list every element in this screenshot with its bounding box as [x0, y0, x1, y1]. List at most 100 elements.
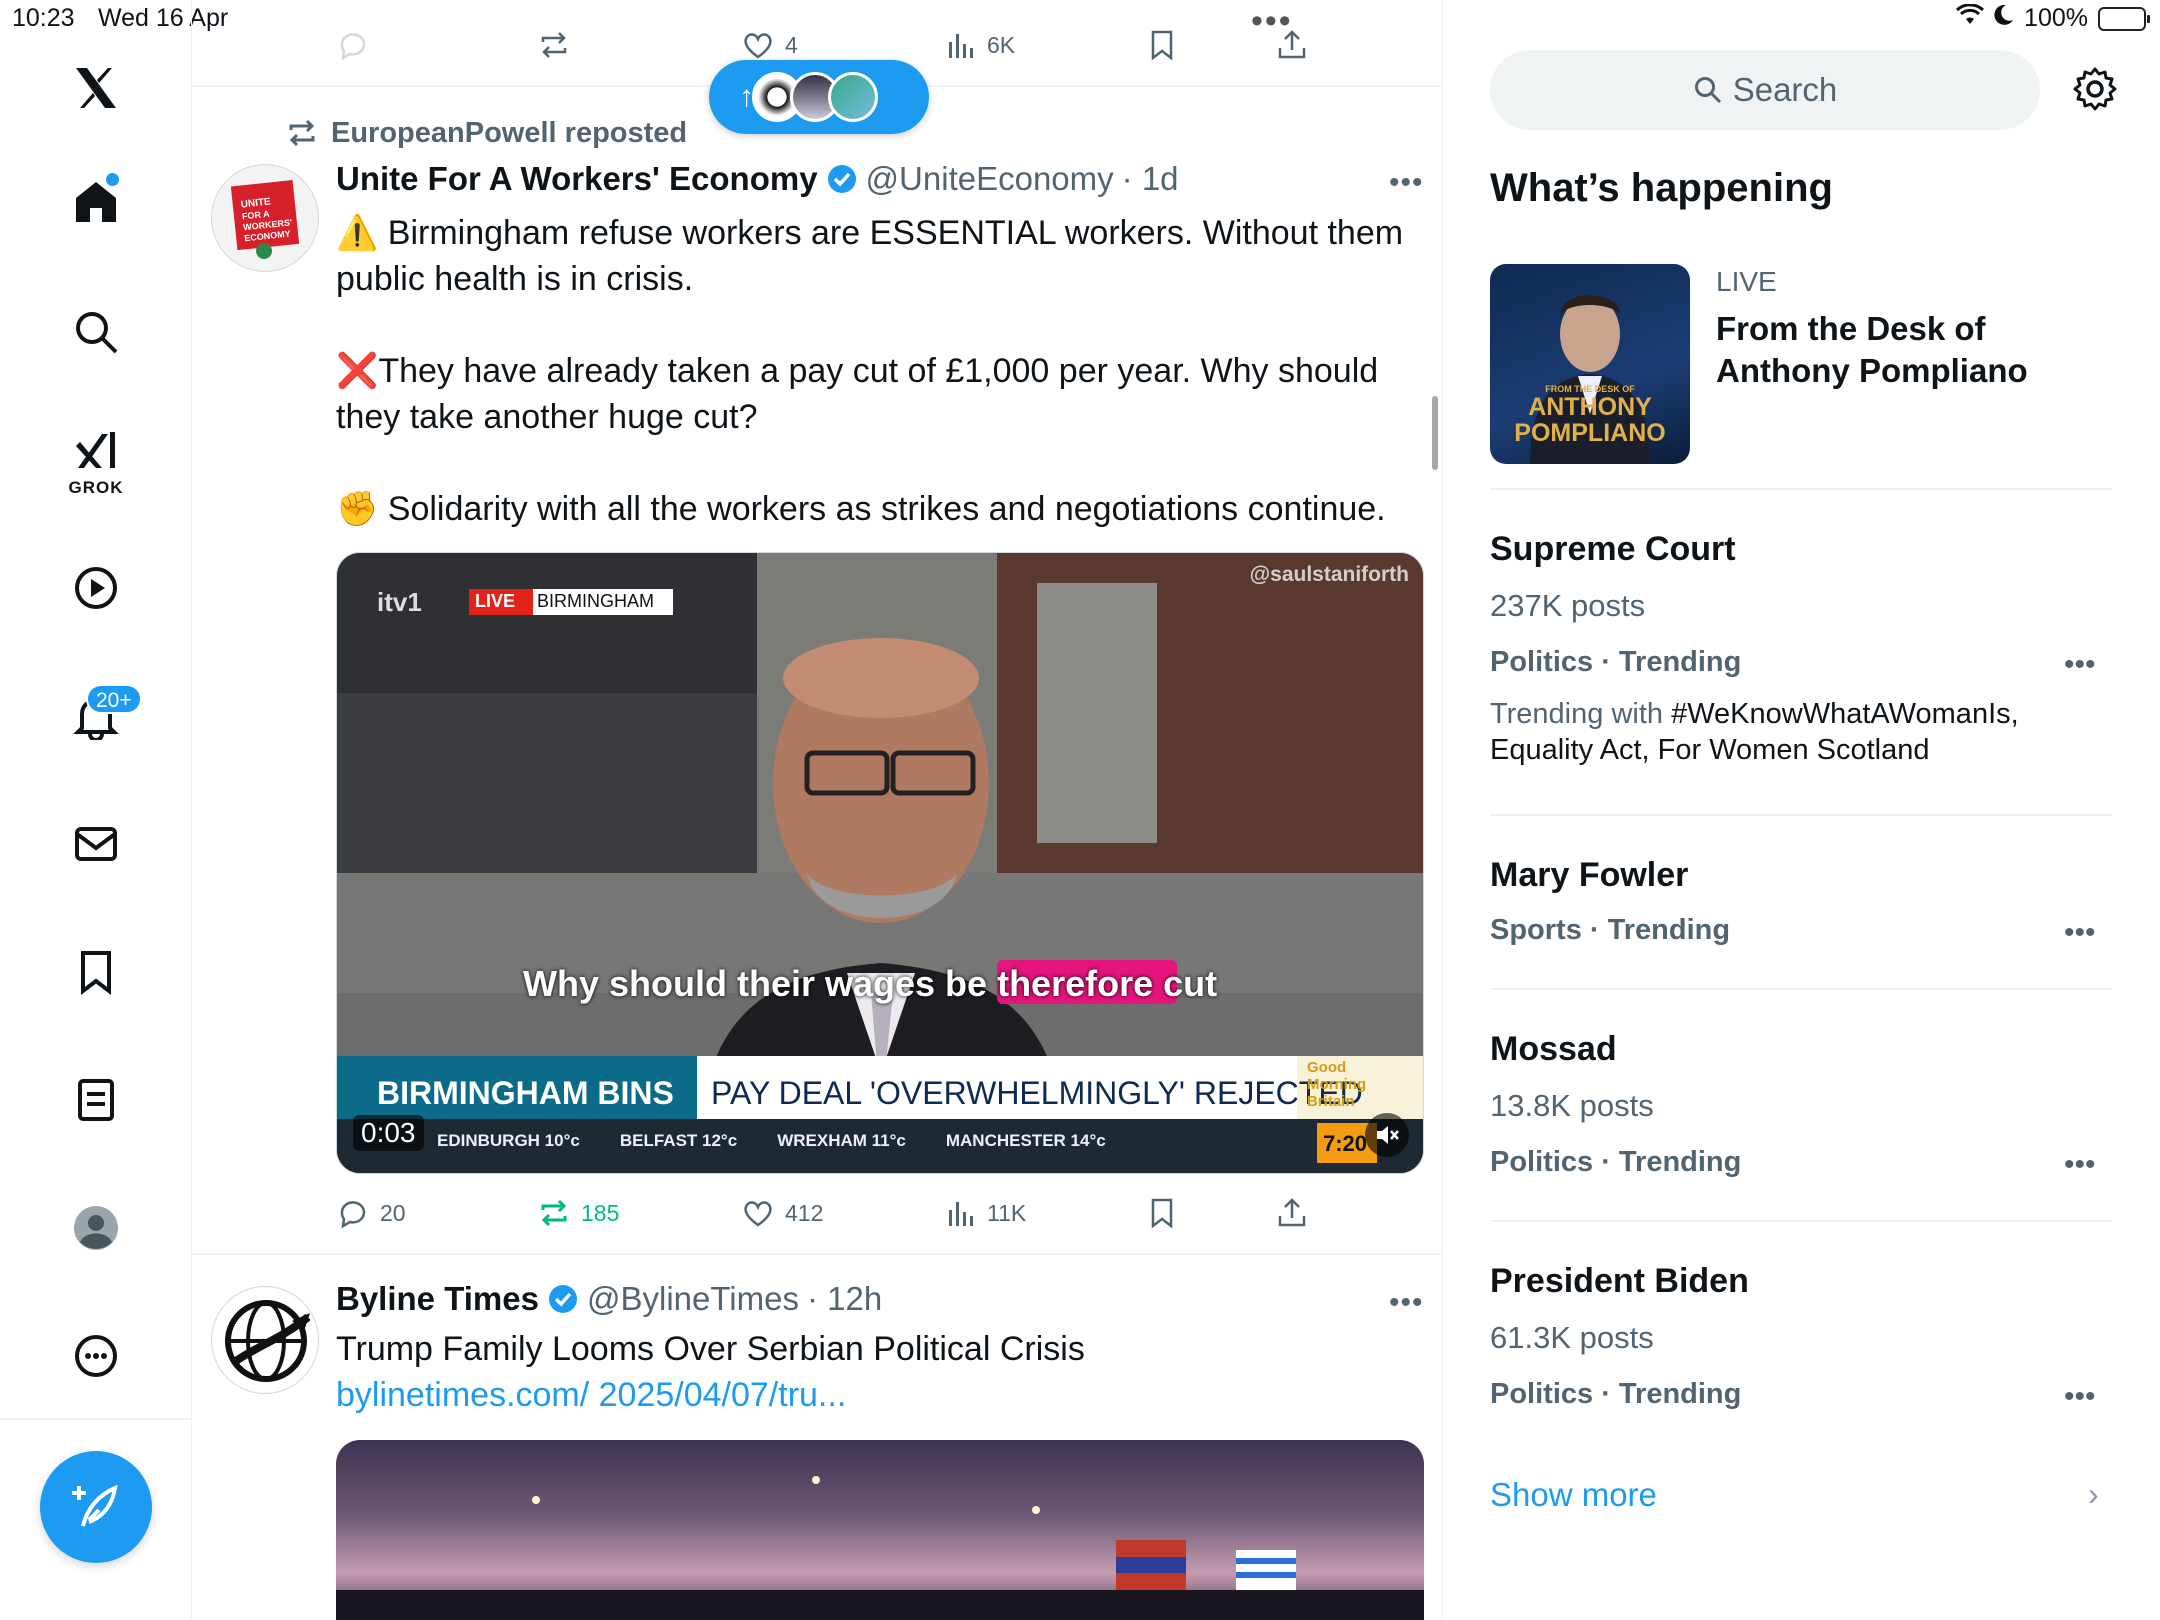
weather-item: WREXHAM 11°c: [777, 1131, 906, 1150]
author-handle[interactable]: @BylineTimes: [587, 1280, 799, 1318]
new-posts-pill[interactable]: ↑: [709, 60, 929, 134]
video-duration: 0:03: [353, 1115, 424, 1151]
avatar[interactable]: UNITE FOR A WORKERS' ECONOMY: [211, 164, 319, 272]
tweet-paragraph: ⚠️ Birmingham refuse workers are ESSENTI…: [336, 214, 1404, 298]
tweet-link[interactable]: bylinetimes.com/ 2025/04/07/tru...: [336, 1376, 846, 1414]
tweet-divider: [193, 1253, 1442, 1255]
trend-category: Politics · Trending: [1490, 1378, 1742, 1410]
location-tag: BIRMINGHAM: [537, 591, 654, 611]
video-play-icon[interactable]: [46, 548, 146, 628]
weather-item: BELFAST 12°c: [619, 1131, 738, 1150]
notifications-badge: 20+: [86, 684, 142, 714]
repost-icon: [289, 119, 315, 147]
trend-divider: [1490, 1220, 2112, 1222]
tweet-header: Byline Times @BylineTimes · 12h: [336, 1280, 882, 1318]
author-handle[interactable]: @UniteEconomy: [866, 160, 1114, 198]
live-title[interactable]: From the Desk of Anthony Pompliano: [1716, 308, 2116, 392]
trend-posts: 237K posts: [1490, 588, 1646, 623]
reply-icon: [340, 33, 366, 61]
tweet-time[interactable]: · 1d: [1122, 160, 1179, 198]
home-icon[interactable]: [46, 162, 146, 242]
compose-post-button[interactable]: [40, 1451, 152, 1563]
mute-button[interactable]: [1365, 1113, 1409, 1157]
bookmark-icon: [1151, 30, 1173, 61]
repost-by-text: EuropeanPowell reposted: [331, 116, 688, 149]
thumb-name-line: POMPLIANO: [1514, 419, 1666, 447]
author-name[interactable]: Byline Times: [336, 1280, 539, 1318]
trend-more-icon[interactable]: •••: [2064, 1148, 2096, 1182]
search-placeholder: Search: [1732, 71, 1838, 108]
trend-title[interactable]: Mossad: [1490, 1030, 1617, 1069]
video-subtitle: Why should their wages be therefore cut: [523, 963, 1217, 1005]
explore-search-icon[interactable]: [46, 292, 146, 372]
weather-item: MANCHESTER 14°c: [945, 1131, 1106, 1150]
views-button[interactable]: 6K: [943, 28, 1015, 62]
tweet-more-icon[interactable]: •••: [1389, 1286, 1424, 1320]
bookmarks-icon[interactable]: [46, 932, 146, 1012]
like-count: 412: [785, 1199, 824, 1226]
repost-attribution[interactable]: EuropeanPowell reposted: [285, 116, 687, 150]
trend-more-icon[interactable]: •••: [2064, 1380, 2096, 1414]
repost-button[interactable]: [537, 28, 571, 62]
trend-more-icon[interactable]: •••: [2064, 916, 2096, 950]
trend-divider: [1490, 488, 2112, 490]
tweet-time[interactable]: · 12h: [807, 1280, 882, 1318]
reply-button[interactable]: 20: [336, 1196, 406, 1230]
views-count: 11K: [987, 1199, 1027, 1226]
show-logo: Good Morning Britain: [1307, 1059, 1367, 1110]
whats-happening-title: What’s happening: [1490, 166, 1833, 210]
repost-icon: [541, 32, 567, 58]
views-chart-icon: [949, 34, 973, 58]
more-options-icon[interactable]: [46, 1316, 146, 1396]
trend-title[interactable]: Mary Fowler: [1490, 856, 1688, 895]
avatar: [828, 72, 878, 122]
subtitle-highlight: therefore cut: [997, 963, 1218, 1004]
grok-label: GROK: [68, 478, 124, 497]
chevron-right-icon[interactable]: ›: [2088, 1476, 2099, 1513]
avatar[interactable]: [211, 1286, 319, 1394]
trend-category: Politics · Trending: [1490, 646, 1742, 678]
author-name[interactable]: Unite For A Workers' Economy: [336, 160, 818, 198]
tweet-more-icon[interactable]: •••: [1389, 166, 1424, 200]
like-button[interactable]: 412: [741, 1196, 823, 1230]
tweet-image[interactable]: [336, 1440, 1424, 1620]
feed-scrollbar[interactable]: [1432, 396, 1438, 470]
tweet-video[interactable]: itv1 LIVE BIRMINGHAM @saulstaniforth Why…: [336, 552, 1424, 1174]
share-button[interactable]: [1275, 1196, 1309, 1230]
show-more-link[interactable]: Show more: [1490, 1476, 1657, 1514]
heart-icon: [744, 33, 772, 59]
nav-divider: [0, 1418, 192, 1420]
thumb-caption: FROM THE DESK OF ANTHONY POMPLIANO: [1490, 384, 1690, 446]
x-logo-icon[interactable]: [46, 48, 146, 128]
verified-badge-icon: [827, 165, 856, 193]
reply-button[interactable]: [336, 28, 370, 62]
trend-category: Sports · Trending: [1490, 914, 1731, 946]
tweet-body: Trump Family Looms Over Serbian Politica…: [336, 1326, 1346, 1418]
drag-handle-dots[interactable]: •••: [1251, 2, 1293, 41]
trend-title[interactable]: Supreme Court: [1490, 530, 1736, 569]
profile-avatar-icon[interactable]: [46, 1188, 146, 1268]
search-input[interactable]: Search: [1490, 50, 2040, 130]
views-button[interactable]: 11K: [943, 1196, 1026, 1230]
like-button[interactable]: 4: [741, 28, 798, 62]
views-count: 6K: [987, 31, 1016, 58]
reply-icon: [340, 1201, 366, 1229]
tv-clock: 7:20: [1323, 1131, 1368, 1156]
repost-button[interactable]: 185: [537, 1196, 619, 1230]
views-chart-icon: [949, 1202, 973, 1226]
weather-item: EDINBURGH 10°c: [437, 1131, 580, 1150]
live-tag: LIVE: [475, 591, 516, 611]
bookmark-button[interactable]: [1145, 28, 1179, 62]
search-icon: [1694, 77, 1721, 104]
tweet-header: Unite For A Workers' Economy @UniteEcono…: [336, 160, 1179, 198]
trend-more-icon[interactable]: •••: [2064, 648, 2096, 682]
messages-envelope-icon[interactable]: [46, 804, 146, 884]
gear-icon[interactable]: [2072, 66, 2118, 112]
timeline-feed[interactable]: 4 6K ••• ↑ EuropeanPowell reposted UNITE…: [193, 0, 1443, 1620]
bookmark-button[interactable]: [1145, 1196, 1179, 1230]
trend-title[interactable]: President Biden: [1490, 1262, 1749, 1301]
lists-icon[interactable]: [46, 1060, 146, 1140]
live-thumbnail[interactable]: FROM THE DESK OF ANTHONY POMPLIANO: [1490, 264, 1690, 464]
ticker-headline-right: PAY DEAL 'OVERWHELMINGLY' REJECTED: [711, 1075, 1363, 1111]
trend-divider: [1490, 814, 2112, 816]
